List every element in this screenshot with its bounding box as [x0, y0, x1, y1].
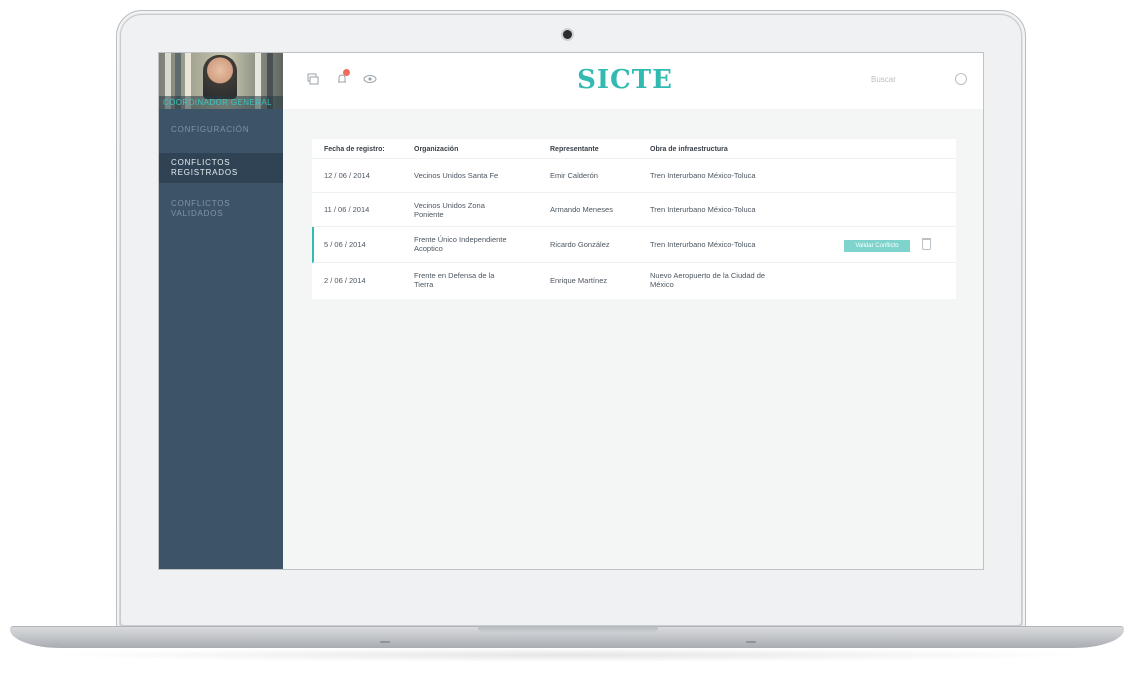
webcam	[563, 30, 572, 39]
cell-representante: Enrique Martínez	[550, 276, 608, 285]
header-obra[interactable]: Obra de infraestructura	[650, 145, 800, 154]
profile-name: COORDINADOR GENERAL	[159, 96, 283, 109]
cell-obra: Nuevo Aeropuerto de la Ciudad de México	[650, 271, 766, 289]
table-header-row: Fecha de registro: Organización Represen…	[312, 139, 956, 159]
cell-fecha: 2 / 06 / 2014	[324, 276, 366, 285]
laptop-foot-left	[380, 641, 390, 643]
cell-obra: Tren Interurbano México-Toluca	[650, 171, 756, 180]
cell-organizacion: Frente en Defensa de la Tierra	[414, 271, 495, 289]
cell-obra: Tren Interurbano México-Toluca	[650, 240, 756, 249]
cell-organizacion: Frente Único Independiente Acoptico	[414, 235, 507, 253]
eye-icon[interactable]	[363, 73, 377, 85]
header-fecha[interactable]: Fecha de registro:	[324, 145, 404, 154]
conflicts-table: Fecha de registro: Organización Represen…	[312, 139, 956, 299]
sidebar-item-conflictos-registrados[interactable]: CONFLICTOS REGISTRADOS	[159, 153, 283, 183]
avatar	[203, 55, 237, 99]
laptop-shadow	[40, 648, 1094, 662]
cell-representante: Ricardo González	[550, 240, 610, 249]
table-row[interactable]: 12 / 06 / 2014 Vecinos Unidos Santa Fe E…	[312, 159, 956, 193]
profile-card[interactable]: COORDINADOR GENERAL	[159, 53, 283, 109]
cell-representante: Emir Calderón	[550, 171, 598, 180]
sidebar-item-configuracion[interactable]: CONFIGURACIÓN	[159, 125, 283, 153]
header-organizacion[interactable]: Organización	[414, 145, 524, 154]
laptop-foot-right	[746, 641, 756, 643]
table-row[interactable]: 11 / 06 / 2014 Vecinos Unidos Zona Ponie…	[312, 193, 956, 227]
app-screen: COORDINADOR GENERAL CONFIGURACIÓN CONFLI…	[158, 52, 984, 570]
header-representante[interactable]: Representante	[550, 145, 640, 154]
cell-organizacion: Vecinos Unidos Zona Poniente	[414, 201, 485, 219]
laptop-notch	[478, 626, 658, 634]
trash-icon[interactable]	[922, 238, 931, 250]
sidebar-item-conflictos-validados[interactable]: CONFLICTOS VALIDADOS	[159, 199, 283, 229]
search-icon[interactable]	[955, 73, 967, 85]
cell-representante: Armando Meneses	[550, 205, 613, 214]
app-logo: SICTE	[577, 65, 673, 95]
table-row-selected[interactable]: 5 / 06 / 2014 Frente Único Independiente…	[312, 227, 956, 263]
validar-conflicto-button[interactable]: Validar Conflicto	[844, 240, 910, 252]
table-row[interactable]: 2 / 06 / 2014 Frente en Defensa de la Ti…	[312, 263, 956, 299]
cell-fecha: 12 / 06 / 2014	[324, 171, 370, 180]
notification-badge	[343, 69, 350, 76]
cell-obra: Tren Interurbano México-Toluca	[650, 205, 756, 214]
cell-fecha: 5 / 06 / 2014	[324, 240, 366, 249]
chat-icon[interactable]	[307, 73, 319, 85]
search-input[interactable]	[871, 75, 931, 84]
cell-fecha: 11 / 06 / 2014	[324, 205, 370, 214]
sidebar: COORDINADOR GENERAL CONFIGURACIÓN CONFLI…	[159, 53, 283, 569]
cell-organizacion: Vecinos Unidos Santa Fe	[414, 171, 499, 180]
top-bar: SICTE	[283, 53, 983, 109]
